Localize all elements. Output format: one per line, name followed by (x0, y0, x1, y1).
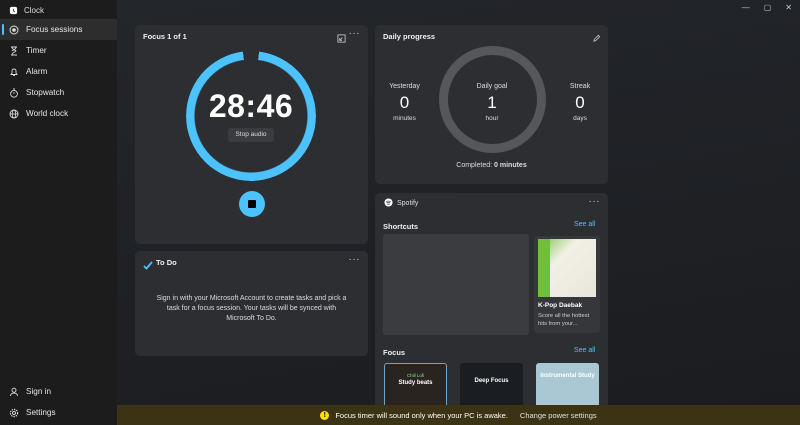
spotify-header: Spotify (384, 198, 418, 209)
sidebar-item-world-clock[interactable]: World clock (0, 103, 117, 124)
spotify-more-options-icon[interactable]: ··· (589, 196, 601, 207)
window-controls: — ▢ ✕ (742, 3, 792, 12)
stopwatch-icon (9, 88, 19, 98)
deep-focus-label: Deep Focus (474, 378, 509, 384)
sidebar-bottom: Sign in Settings (0, 381, 117, 423)
power-warning-banner: ! Focus timer will sound only when your … (117, 405, 800, 425)
app-title-text: Clock (24, 5, 45, 15)
sidebar-nav: Focus sessions Timer Alarm Stopwatch Wor… (0, 19, 117, 124)
focus-heading: Focus (383, 348, 406, 357)
sign-in-button[interactable]: Sign in (0, 381, 117, 402)
settings-button[interactable]: Settings (0, 402, 117, 423)
streak-stat: Streak 0 days (560, 83, 600, 122)
sidebar-item-alarm[interactable]: Alarm (0, 61, 117, 82)
yesterday-label: Yesterday (389, 83, 420, 90)
warning-icon: ! (320, 410, 330, 420)
stop-audio-button[interactable]: Stop audio (228, 128, 274, 142)
focus-see-all-link[interactable]: See all (574, 347, 595, 354)
todo-check-icon (143, 257, 153, 275)
timer-display: 28:46 (208, 88, 294, 124)
change-power-settings-link[interactable]: Change power settings (520, 411, 597, 420)
sidebar-item-label: Stopwatch (26, 88, 65, 97)
completed-value: 0 minutes (494, 162, 527, 169)
banner-message: Focus timer will sound only when your PC… (335, 410, 508, 420)
sidebar-item-label: Alarm (26, 67, 48, 76)
settings-label: Settings (26, 408, 56, 417)
yesterday-value: 0 (399, 93, 410, 112)
focus-title: Focus 1 of 1 (143, 32, 187, 41)
close-button[interactable]: ✕ (785, 3, 792, 12)
sidebar-item-timer[interactable]: Timer (0, 40, 117, 61)
app-title: Clock (8, 5, 44, 15)
edit-pencil-icon[interactable] (592, 30, 601, 48)
yesterday-stat: Yesterday 0 minutes (382, 83, 427, 122)
kpop-description: Score all the hottest hits from your... (538, 313, 590, 327)
instrumental-study-label: Instrumental Study (540, 373, 595, 379)
kpop-title: K-Pop Daebak (538, 302, 583, 309)
maximize-button[interactable]: ▢ (764, 3, 772, 12)
spotify-logo-icon (384, 198, 393, 209)
todo-title: To Do (156, 258, 177, 267)
alarm-icon (9, 67, 19, 77)
stop-session-button[interactable] (239, 191, 265, 217)
sign-in-label: Sign in (26, 387, 52, 396)
minimize-button[interactable]: — (742, 3, 750, 12)
sidebar: Clock Focus sessions Timer Alarm Stopwat… (0, 0, 117, 425)
stop-icon (248, 200, 256, 208)
completed-label: Completed: (456, 162, 495, 169)
shortcuts-heading: Shortcuts (383, 222, 419, 231)
kpop-cover-stripe (538, 239, 550, 297)
daily-progress-title: Daily progress (383, 32, 436, 41)
focus-icon (9, 25, 19, 35)
daily-goal-stat[interactable]: Daily goal 1 hour (466, 83, 518, 122)
timer-icon (9, 46, 19, 56)
globe-icon (9, 109, 19, 119)
goal-value: 1 (487, 93, 497, 112)
shortcuts-see-all-link[interactable]: See all (574, 221, 595, 228)
todo-more-options-icon[interactable]: ··· (349, 254, 361, 265)
todo-card: To Do ··· Sign in with your Microsoft Ac… (135, 251, 368, 356)
goal-unit: hour (485, 115, 499, 122)
completed-text: Completed: 0 minutes (375, 162, 608, 169)
streak-label: Streak (569, 83, 591, 90)
sidebar-item-label: Timer (26, 46, 47, 55)
shortcut-placeholder[interactable] (383, 234, 529, 335)
clock-app-icon (8, 5, 18, 15)
streak-unit: days (573, 115, 587, 122)
sidebar-item-stopwatch[interactable]: Stopwatch (0, 82, 117, 103)
study-beats-small-label: Chill Lofi (406, 373, 425, 378)
sidebar-item-focus-sessions[interactable]: Focus sessions (0, 19, 117, 40)
sidebar-item-label: Focus sessions (26, 25, 83, 34)
sidebar-item-label: World clock (26, 109, 69, 118)
more-options-icon[interactable]: ··· (349, 28, 361, 39)
streak-value: 0 (575, 93, 585, 112)
goal-label: Daily goal (476, 83, 508, 90)
gear-icon (9, 408, 19, 418)
yesterday-unit: minutes (393, 115, 416, 122)
spotify-title: Spotify (397, 200, 419, 207)
study-beats-label: Study beats (398, 380, 433, 386)
compact-mode-icon[interactable] (337, 30, 346, 48)
person-icon (9, 387, 19, 397)
todo-message: Sign in with your Microsoft Account to c… (156, 295, 347, 322)
